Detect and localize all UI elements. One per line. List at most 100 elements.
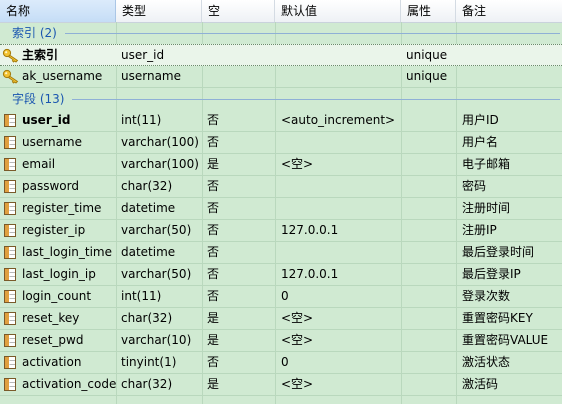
field-default: 127.0.0.1 xyxy=(281,223,339,237)
field-comment: 重置密码KEY xyxy=(462,311,533,325)
table-column-icon xyxy=(4,224,16,237)
field-row[interactable]: user_id int(11) 否 <auto_increment> 用户ID xyxy=(0,110,562,132)
field-comment: 激活状态 xyxy=(462,355,511,369)
field-row[interactable]: username varchar(100) 否 用户名 xyxy=(0,132,562,154)
field-nullable: 是 xyxy=(207,157,220,171)
field-default: 127.0.0.1 xyxy=(281,267,339,281)
field-default: <auto_increment> xyxy=(281,113,396,127)
key-icon xyxy=(2,69,19,84)
field-row[interactable]: reset_pwd varchar(10) 是 <空> 重置密码VALUE xyxy=(0,330,562,352)
field-name: user_id xyxy=(22,113,71,127)
field-comment: 最后登录时间 xyxy=(462,245,535,259)
field-default: <空> xyxy=(281,377,314,391)
indexes-section[interactable]: 索引 (2) xyxy=(0,22,562,44)
index-columns: username xyxy=(121,69,181,83)
field-comment: 用户ID xyxy=(462,113,499,127)
field-row[interactable]: register_ip varchar(50) 否 127.0.0.1 注册IP xyxy=(0,220,562,242)
field-comment: 密码 xyxy=(462,179,487,193)
field-type: char(32) xyxy=(121,311,173,325)
field-default xyxy=(281,132,401,153)
field-name: login_count xyxy=(22,289,92,303)
table-column-icon xyxy=(4,334,16,347)
field-row[interactable]: activation_code char(32) 是 <空> 激活码 xyxy=(0,374,562,396)
table-column-icon xyxy=(4,114,16,127)
column-header-name[interactable]: 名称 xyxy=(0,0,116,22)
field-comment: 注册时间 xyxy=(462,201,511,215)
field-type: varchar(100) xyxy=(121,135,199,149)
index-columns: user_id xyxy=(121,48,165,62)
field-name: last_login_time xyxy=(22,245,112,259)
index-attribute: unique xyxy=(406,48,448,62)
field-type: varchar(100) xyxy=(121,157,199,171)
field-nullable: 是 xyxy=(207,333,220,347)
field-row[interactable]: email varchar(100) 是 <空> 电子邮箱 xyxy=(0,154,562,176)
field-nullable: 否 xyxy=(207,223,220,237)
table-column-icon xyxy=(4,246,16,259)
section-divider xyxy=(72,99,560,100)
index-row[interactable]: ak_username username unique xyxy=(0,66,562,88)
field-row[interactable]: password char(32) 否 密码 xyxy=(0,176,562,198)
field-row[interactable]: last_login_time datetime 否 最后登录时间 xyxy=(0,242,562,264)
field-type: datetime xyxy=(121,201,176,215)
field-comment: 激活码 xyxy=(462,377,499,391)
column-header-comment[interactable]: 备注 xyxy=(456,0,562,22)
table-column-icon xyxy=(4,356,16,369)
field-default: 0 xyxy=(281,289,289,303)
field-name: register_time xyxy=(22,201,102,215)
field-type: char(32) xyxy=(121,179,173,193)
field-nullable: 否 xyxy=(207,267,220,281)
field-row[interactable]: last_login_ip varchar(50) 否 127.0.0.1 最后登录IP xyxy=(0,264,562,286)
field-default xyxy=(281,198,401,219)
table-column-icon xyxy=(4,268,16,281)
index-row[interactable]: 主索引 user_id unique xyxy=(0,44,562,66)
field-name: activation_code xyxy=(22,377,116,391)
table-column-icon xyxy=(4,180,16,193)
column-header-null[interactable]: 空 xyxy=(202,0,275,22)
field-nullable: 否 xyxy=(207,355,220,369)
field-nullable: 否 xyxy=(207,201,220,215)
field-row[interactable]: reset_key char(32) 是 <空> 重置密码KEY xyxy=(0,308,562,330)
field-default: <空> xyxy=(281,157,314,171)
field-name: activation xyxy=(22,355,82,369)
field-type: int(11) xyxy=(121,289,162,303)
field-nullable: 否 xyxy=(207,245,220,259)
field-name: last_login_ip xyxy=(22,267,96,281)
field-nullable: 否 xyxy=(207,135,220,149)
field-name: reset_key xyxy=(22,311,80,325)
field-nullable: 是 xyxy=(207,311,220,325)
column-header-default[interactable]: 默认值 xyxy=(275,0,401,22)
field-name: email xyxy=(22,157,56,171)
field-row[interactable]: login_count int(11) 否 0 登录次数 xyxy=(0,286,562,308)
table-column-icon xyxy=(4,312,16,325)
table-column-icon xyxy=(4,290,16,303)
field-row[interactable]: register_time datetime 否 注册时间 xyxy=(0,198,562,220)
table-column-icon xyxy=(4,136,16,149)
field-type: char(32) xyxy=(121,377,173,391)
field-comment: 注册IP xyxy=(462,223,497,237)
table-column-icon xyxy=(4,202,16,215)
field-nullable: 否 xyxy=(207,289,220,303)
field-row[interactable]: activation tinyint(1) 否 0 激活状态 xyxy=(0,352,562,374)
field-comment: 重置密码VALUE xyxy=(462,333,549,347)
field-comment: 登录次数 xyxy=(462,289,511,303)
table-column-icon xyxy=(4,158,16,171)
field-type: varchar(50) xyxy=(121,267,192,281)
index-name: ak_username xyxy=(22,69,103,83)
fields-section-title: 字段 (13) xyxy=(12,92,65,106)
column-header-attribute[interactable]: 属性 xyxy=(401,0,456,22)
section-divider xyxy=(64,33,560,34)
field-type: int(11) xyxy=(121,113,162,127)
fields-section[interactable]: 字段 (13) xyxy=(0,88,562,110)
field-nullable: 是 xyxy=(207,377,220,391)
key-icon xyxy=(2,48,19,63)
field-type: datetime xyxy=(121,245,176,259)
table-column-icon xyxy=(4,378,16,391)
field-comment: 用户名 xyxy=(462,135,499,149)
field-default: 0 xyxy=(281,355,289,369)
column-header-type[interactable]: 类型 xyxy=(116,0,202,22)
field-type: varchar(50) xyxy=(121,223,192,237)
field-type: varchar(10) xyxy=(121,333,192,347)
field-default xyxy=(281,242,401,263)
field-name: reset_pwd xyxy=(22,333,84,347)
field-nullable: 否 xyxy=(207,179,220,193)
